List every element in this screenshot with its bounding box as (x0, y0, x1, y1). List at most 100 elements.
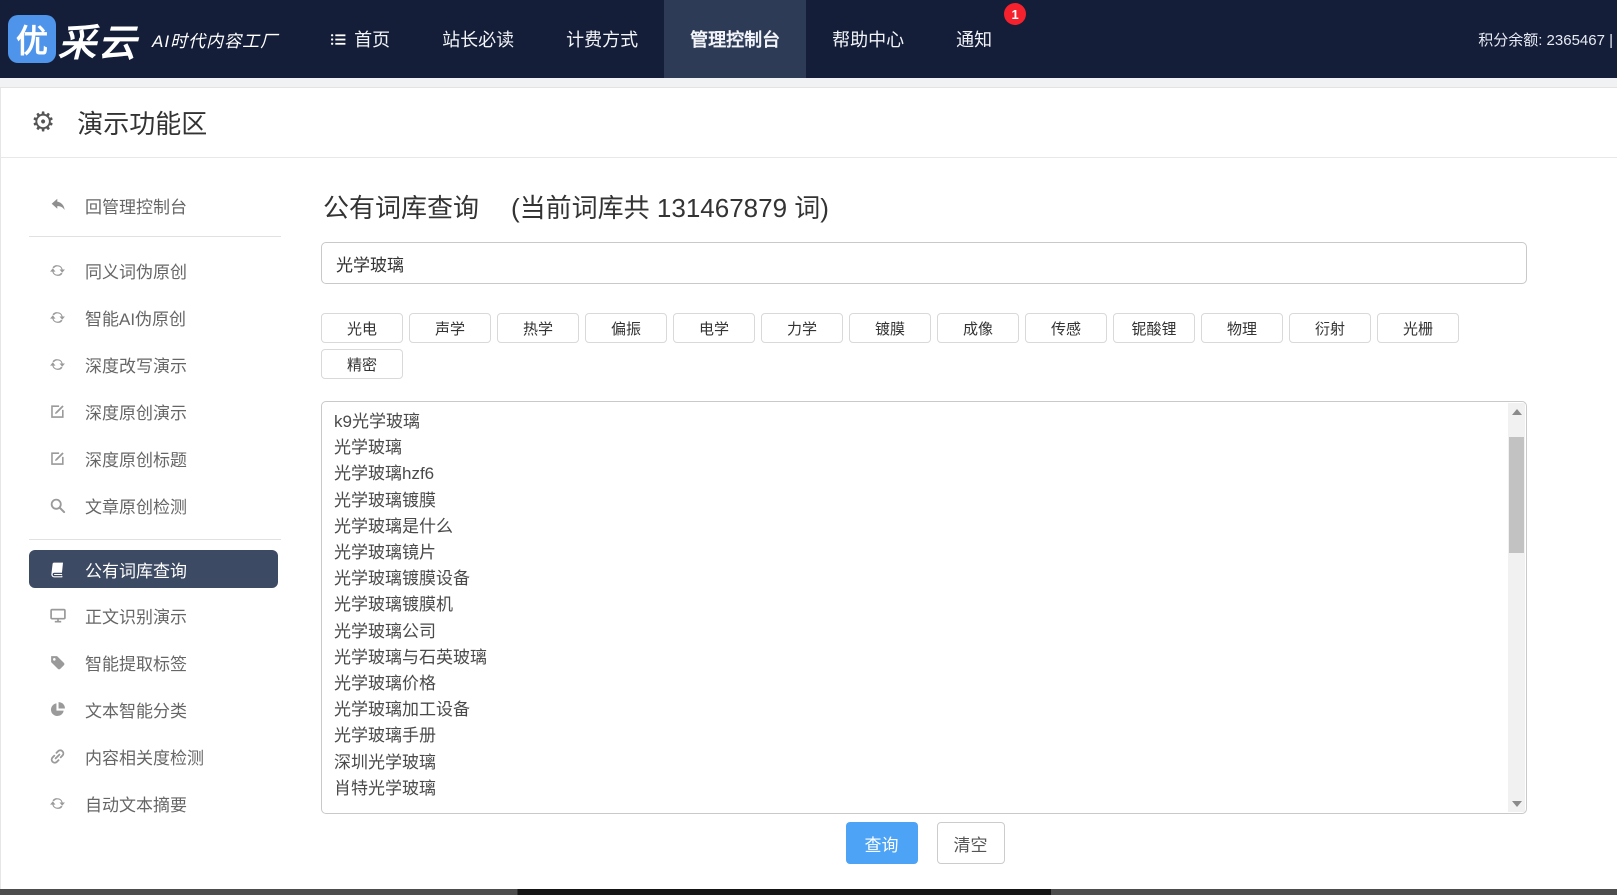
result-line: 光学玻璃镀膜 (334, 490, 436, 510)
sidebar-item-label: 文本智能分类 (85, 702, 187, 721)
result-line: 光学玻璃加工设备 (334, 700, 470, 720)
sidebar-item-body-recognition[interactable]: 正文识别演示 (1, 592, 321, 639)
results-list: k9光学玻璃 光学玻璃 光学玻璃hzf6 光学玻璃镀膜 光学玻璃是什么 光学玻璃… (322, 402, 1526, 813)
nav-item-notice[interactable]: 通知 1 (930, 0, 1027, 78)
nav-item-help[interactable]: 帮助中心 (806, 0, 930, 78)
result-line: 光学玻璃价格 (334, 674, 436, 694)
sidebar-item-deep-rewrite[interactable]: 深度改写演示 (1, 341, 321, 388)
result-line: 光学玻璃手册 (334, 726, 436, 746)
page-title: 演示功能区 (77, 109, 208, 139)
link-icon (49, 748, 71, 765)
vertical-scrollbar[interactable] (1508, 403, 1525, 812)
sidebar-item-synonym-rewrite[interactable]: 同义词伪原创 (1, 247, 321, 294)
gear-icon: ⚙ (31, 107, 56, 137)
page-header: ⚙ 演示功能区 (0, 88, 1617, 158)
refresh-icon (49, 795, 71, 812)
nav-item-label: 通知 (956, 30, 993, 50)
list-icon (330, 31, 347, 48)
sidebar-item-label: 自动文本摘要 (85, 796, 187, 815)
clear-button[interactable]: 清空 (936, 822, 1005, 864)
sidebar-item-label: 深度原创演示 (85, 404, 187, 423)
tag-button[interactable]: 电学 (673, 313, 755, 343)
tag-button[interactable]: 光电 (321, 313, 403, 343)
sidebar-item-label: 智能AI伪原创 (85, 310, 187, 329)
sidebar-item-auto-summary[interactable]: 自动文本摘要 (1, 780, 321, 827)
result-line: 深圳光学玻璃 (334, 752, 436, 772)
sidebar-divider (29, 539, 281, 540)
tag-button[interactable]: 光栅 (1377, 313, 1459, 343)
reply-arrow-icon (49, 197, 71, 214)
tag-button[interactable]: 传感 (1025, 313, 1107, 343)
nav-item-label: 首页 (354, 30, 391, 50)
result-line: 肖特光学玻璃 (334, 778, 436, 798)
tag-button[interactable]: 精密 (321, 349, 403, 379)
result-line: 光学玻璃hzf6 (334, 464, 435, 484)
nav-menu: 首页 站长必读 计费方式 管理控制台 帮助中心 通知 1 (304, 0, 1027, 78)
sidebar-item-text-classification[interactable]: 文本智能分类 (1, 686, 321, 733)
window-bottom-edge (0, 889, 1617, 895)
result-line: 光学玻璃与石英玻璃 (334, 647, 487, 667)
pie-chart-icon (49, 701, 71, 718)
nav-item-label: 帮助中心 (832, 30, 905, 50)
sidebar-item-deep-original-title[interactable]: 深度原创标题 (1, 435, 321, 482)
result-line: 光学玻璃公司 (334, 621, 436, 641)
tag-button[interactable]: 力学 (761, 313, 843, 343)
keyword-search-input[interactable] (321, 242, 1527, 284)
nav-item-console[interactable]: 管理控制台 (664, 0, 807, 78)
result-line: 光学玻璃 (334, 438, 402, 458)
section-title: 公有词库查询 (323, 193, 480, 223)
edit-icon (49, 403, 71, 420)
nav-item-billing[interactable]: 计费方式 (540, 0, 664, 78)
scrollbar-thumb[interactable] (1509, 437, 1524, 553)
sidebar: 回管理控制台 同义词伪原创 智能AI伪原创 深度改写演示 深度原创演示 深度原创… (1, 158, 321, 895)
refresh-icon (49, 262, 71, 279)
scroll-down-arrow[interactable] (1508, 795, 1525, 812)
sidebar-item-label: 文章原创检测 (85, 498, 187, 517)
book-icon (49, 561, 71, 578)
sidebar-item-originality-check[interactable]: 文章原创检测 (1, 482, 321, 529)
tag-button[interactable]: 物理 (1201, 313, 1283, 343)
search-icon (49, 497, 71, 514)
sidebar-item-label: 回管理控制台 (85, 197, 187, 217)
refresh-icon (49, 309, 71, 326)
sidebar-item-label: 深度原创标题 (85, 451, 187, 470)
sidebar-item-ai-rewrite[interactable]: 智能AI伪原创 (1, 294, 321, 341)
tag-icon (49, 654, 71, 671)
sidebar-divider (29, 236, 281, 237)
result-line: 光学玻璃镀膜设备 (334, 569, 470, 589)
refresh-icon (49, 356, 71, 373)
query-button[interactable]: 查询 (845, 822, 918, 864)
result-line: 光学玻璃镜片 (334, 543, 436, 563)
tag-button[interactable]: 铌酸锂 (1113, 313, 1195, 343)
nav-item-label: 计费方式 (566, 30, 639, 50)
monitor-icon (49, 607, 71, 624)
sidebar-item-relevance-check[interactable]: 内容相关度检测 (1, 733, 321, 780)
nav-item-label: 站长必读 (442, 30, 515, 50)
sidebar-item-deep-original[interactable]: 深度原创演示 (1, 388, 321, 435)
tag-button[interactable]: 成像 (937, 313, 1019, 343)
logo[interactable]: 优 采云 AI时代内容工厂 (0, 12, 278, 67)
nav-item-home[interactable]: 首页 (304, 0, 416, 78)
nav-item-must-read[interactable]: 站长必读 (416, 0, 540, 78)
tag-button[interactable]: 热学 (497, 313, 579, 343)
nav-item-label: 管理控制台 (690, 30, 781, 50)
result-line: k9光学玻璃 (334, 412, 420, 431)
sidebar-item-label: 公有词库查询 (85, 561, 187, 581)
tag-button[interactable]: 镀膜 (849, 313, 931, 343)
results-textarea[interactable]: k9光学玻璃 光学玻璃 光学玻璃hzf6 光学玻璃镀膜 光学玻璃是什么 光学玻璃… (321, 401, 1527, 814)
result-line: 光学玻璃镀膜机 (334, 595, 453, 615)
sidebar-item-back-to-console[interactable]: 回管理控制台 (1, 184, 321, 226)
main-panel: 公有词库查询 (当前词库共 131467879 词) 光电 声学 热学 偏振 电… (321, 158, 1529, 895)
tag-button[interactable]: 衍射 (1289, 313, 1371, 343)
sidebar-item-extract-tags[interactable]: 智能提取标签 (1, 639, 321, 686)
tag-button[interactable]: 偏振 (585, 313, 667, 343)
tag-button[interactable]: 声学 (409, 313, 491, 343)
sidebar-item-public-thesaurus[interactable]: 公有词库查询 (29, 550, 278, 588)
logo-name: 采云 (58, 22, 139, 65)
points-balance: 积分余额: 2365467 | (1478, 31, 1613, 49)
notification-badge: 1 (1004, 3, 1027, 25)
word-count-subtitle: (当前词库共 131467879 词) (511, 193, 829, 223)
sidebar-item-label: 同义词伪原创 (85, 263, 187, 282)
scroll-up-arrow[interactable] (1508, 403, 1525, 420)
logo-badge: 优 (8, 15, 56, 63)
